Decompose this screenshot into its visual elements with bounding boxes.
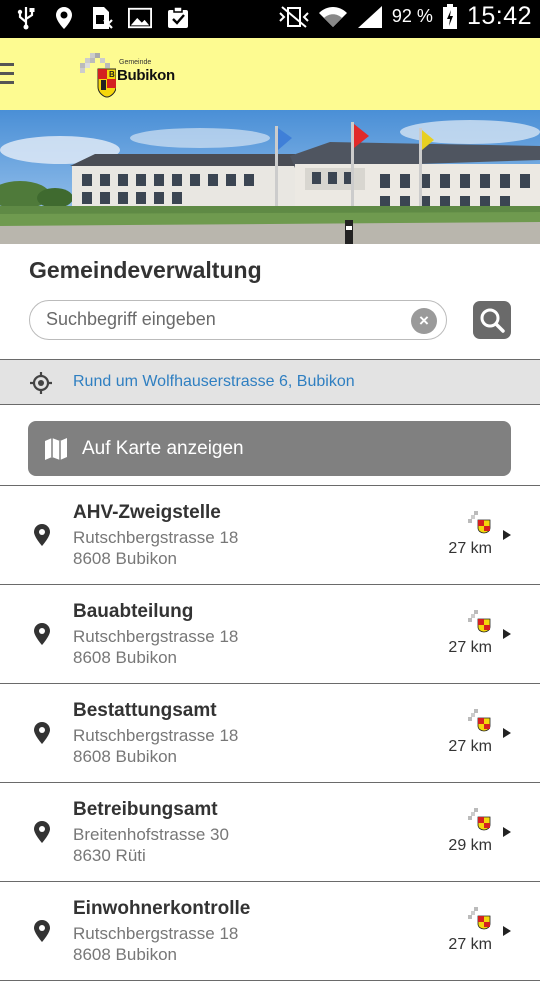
chevron-right-icon bbox=[503, 827, 511, 837]
menu-icon-line bbox=[0, 72, 14, 75]
vibrate-icon bbox=[278, 5, 310, 29]
item-street: Rutschbergstrasse 18 bbox=[73, 924, 239, 943]
show-on-map-button[interactable]: Auf Karte anzeigen bbox=[28, 421, 511, 476]
item-city: 8608 Bubikon bbox=[73, 549, 177, 568]
search-field[interactable]: × bbox=[29, 300, 447, 340]
location-icon bbox=[52, 6, 76, 30]
crosshair-icon bbox=[30, 372, 52, 394]
bubikon-logo-icon bbox=[468, 511, 491, 534]
location-pin-icon bbox=[34, 920, 50, 942]
location-pin-icon bbox=[34, 722, 50, 744]
app-header: B Gemeinde Bubikon bbox=[0, 38, 540, 110]
search-input[interactable] bbox=[46, 309, 406, 330]
menu-button[interactable] bbox=[0, 63, 16, 85]
list-item[interactable]: Bestattungsamt Rutschbergstrasse 18 8608… bbox=[0, 684, 540, 783]
status-bar: 92 % 15:42 bbox=[0, 0, 540, 38]
bubikon-logo-icon bbox=[468, 907, 491, 930]
item-name: Einwohnerkontrolle bbox=[73, 898, 251, 919]
item-distance: 27 km bbox=[448, 936, 492, 953]
item-street: Breitenhofstrasse 30 bbox=[73, 825, 229, 844]
logo-title: Bubikon bbox=[117, 67, 175, 84]
map-icon bbox=[45, 438, 67, 460]
bubikon-logo-icon bbox=[468, 709, 491, 732]
bubikon-logo-icon bbox=[468, 808, 491, 831]
status-icons-left bbox=[14, 6, 190, 30]
item-city: 8608 Bubikon bbox=[73, 648, 177, 667]
list-item[interactable]: Bauabteilung Rutschbergstrasse 18 8608 B… bbox=[0, 585, 540, 684]
chevron-right-icon bbox=[503, 926, 511, 936]
svg-text:B: B bbox=[109, 70, 115, 79]
search-icon bbox=[480, 308, 505, 333]
coat-of-arms-icon: B bbox=[80, 53, 116, 98]
location-pin-icon bbox=[34, 524, 50, 546]
bubikon-logo[interactable]: B Gemeinde Bubikon bbox=[80, 51, 190, 99]
item-name: AHV-Zweigstelle bbox=[73, 502, 221, 523]
current-location-link[interactable]: Rund um Wolfhauserstrasse 6, Bubikon bbox=[73, 373, 355, 391]
battery-percentage: 92 % bbox=[391, 6, 433, 26]
clock: 15:42 bbox=[466, 2, 532, 30]
usb-icon bbox=[14, 6, 38, 30]
location-pin-icon bbox=[34, 623, 50, 645]
chevron-right-icon bbox=[503, 629, 511, 639]
item-distance: 27 km bbox=[448, 639, 492, 656]
clear-search-button[interactable]: × bbox=[411, 308, 437, 334]
item-street: Rutschbergstrasse 18 bbox=[73, 627, 239, 646]
item-city: 8608 Bubikon bbox=[73, 945, 177, 964]
list-item[interactable]: Betreibungsamt Breitenhofstrasse 30 8630… bbox=[0, 783, 540, 882]
chevron-right-icon bbox=[503, 728, 511, 738]
wifi-icon bbox=[318, 5, 348, 29]
menu-icon bbox=[0, 63, 14, 66]
item-street: Rutschbergstrasse 18 bbox=[73, 726, 239, 745]
chevron-right-icon bbox=[503, 530, 511, 540]
item-city: 8608 Bubikon bbox=[73, 747, 177, 766]
hero-image bbox=[0, 110, 540, 244]
logo-subtitle: Gemeinde bbox=[119, 59, 152, 66]
status-icons-right: 92 % 15:42 bbox=[278, 2, 532, 31]
divider bbox=[0, 404, 540, 405]
signal-icon bbox=[356, 5, 384, 29]
show-on-map-label: Auf Karte anzeigen bbox=[82, 438, 244, 459]
item-name: Betreibungsamt bbox=[73, 799, 218, 820]
menu-icon-line bbox=[0, 81, 14, 84]
item-distance: 27 km bbox=[448, 738, 492, 755]
item-name: Bestattungsamt bbox=[73, 700, 217, 721]
page-title: Gemeindeverwaltung bbox=[29, 257, 262, 283]
item-city: 8630 Rüti bbox=[73, 846, 146, 865]
office-list: AHV-Zweigstelle Rutschbergstrasse 18 860… bbox=[0, 486, 540, 981]
current-location-row[interactable]: Rund um Wolfhauserstrasse 6, Bubikon bbox=[0, 360, 540, 404]
gallery-icon bbox=[128, 6, 152, 30]
battery-icon bbox=[441, 3, 459, 29]
list-item[interactable]: Einwohnerkontrolle Rutschbergstrasse 18 … bbox=[0, 882, 540, 981]
item-street: Rutschbergstrasse 18 bbox=[73, 528, 239, 547]
sim-icon bbox=[90, 6, 114, 30]
location-pin-icon bbox=[34, 821, 50, 843]
item-distance: 29 km bbox=[448, 837, 492, 854]
bubikon-logo-icon bbox=[468, 610, 491, 633]
item-name: Bauabteilung bbox=[73, 601, 194, 622]
search-button[interactable] bbox=[473, 301, 511, 339]
list-item[interactable]: AHV-Zweigstelle Rutschbergstrasse 18 860… bbox=[0, 486, 540, 585]
close-icon: × bbox=[419, 311, 429, 330]
clipboard-icon bbox=[166, 6, 190, 30]
item-distance: 27 km bbox=[448, 540, 492, 557]
